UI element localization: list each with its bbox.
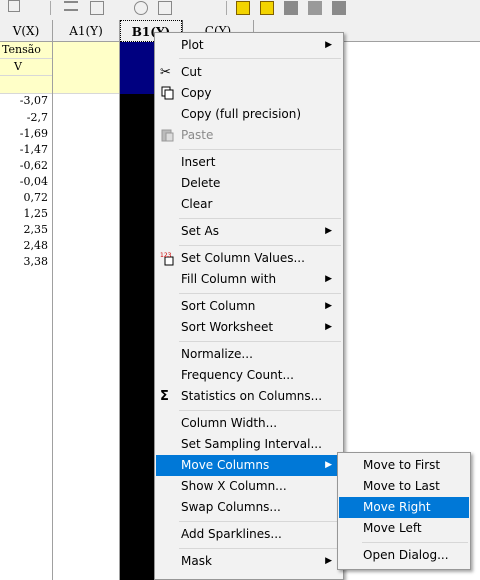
menu-item-cut[interactable]: ✂ Cut xyxy=(156,62,342,83)
submenu-item-move-left[interactable]: Move Left xyxy=(339,518,469,539)
submenu-item-move-to-first[interactable]: Move to First xyxy=(339,455,469,476)
menu-separator xyxy=(179,245,341,246)
menu-item-set-column-values[interactable]: 123 Set Column Values... xyxy=(156,248,342,269)
data-cell[interactable]: -2,7 xyxy=(0,110,48,125)
shape-gray-icon[interactable] xyxy=(284,1,298,15)
long-name-cell[interactable]: Tensão xyxy=(0,42,52,59)
menu-item-clear[interactable]: Clear xyxy=(156,194,342,215)
menu-item-column-width[interactable]: Column Width... xyxy=(156,413,342,434)
comments-cell[interactable] xyxy=(0,76,52,94)
chevron-right-icon: ▶ xyxy=(325,226,332,236)
move-columns-submenu: Move to First Move to Last Move Right Mo… xyxy=(337,452,471,570)
menu-item-copy[interactable]: Copy xyxy=(156,83,342,104)
data-cell[interactable]: 2,48 xyxy=(0,238,49,253)
menu-item-paste[interactable]: Paste xyxy=(156,125,342,146)
copy-icon xyxy=(160,86,175,101)
menu-item-move-columns[interactable]: Move Columns ▶ xyxy=(156,455,342,476)
column-vx[interactable]: V(X) Tensão V -3,07 -2,7 -1,69 -1,47 -0,… xyxy=(0,20,53,580)
menu-separator xyxy=(179,410,341,411)
menu-item-mask[interactable]: Mask ▶ xyxy=(156,551,342,572)
data-cell[interactable]: -3,07 xyxy=(0,93,48,108)
submenu-item-move-to-last[interactable]: Move to Last xyxy=(339,476,469,497)
data-cell[interactable]: -0,62 xyxy=(0,158,48,173)
units-cell[interactable]: V xyxy=(0,59,52,76)
menu-item-show-x-column[interactable]: Show X Column... xyxy=(156,476,342,497)
data-cell[interactable]: 3,38 xyxy=(0,254,49,269)
menu-separator xyxy=(179,218,341,219)
data-cell[interactable]: 0,72 xyxy=(0,190,49,205)
chevron-right-icon: ▶ xyxy=(325,322,332,332)
menu-item-sort-worksheet[interactable]: Sort Worksheet ▶ xyxy=(156,317,342,338)
scissors-icon: ✂ xyxy=(160,65,171,80)
menu-item-insert[interactable]: Insert xyxy=(156,152,342,173)
data-cell[interactable]: 1,25 xyxy=(0,206,49,221)
data-cell[interactable]: 2,35 xyxy=(0,222,49,237)
menu-separator xyxy=(179,548,341,549)
menu-item-copy-full-precision[interactable]: Copy (full precision) xyxy=(156,104,342,125)
submenu-item-open-dialog[interactable]: Open Dialog... xyxy=(339,545,469,566)
shape-gray-icon[interactable] xyxy=(308,1,322,15)
chevron-right-icon: ▶ xyxy=(325,40,332,50)
data-cell[interactable]: -1,47 xyxy=(0,142,48,157)
grid-icon[interactable] xyxy=(8,0,20,12)
data-cell[interactable]: -0,04 xyxy=(0,174,48,189)
menu-item-add-sparklines[interactable]: Add Sparklines... xyxy=(156,524,342,545)
menu-item-sort-column[interactable]: Sort Column ▶ xyxy=(156,296,342,317)
menu-separator xyxy=(179,293,341,294)
chevron-right-icon: ▶ xyxy=(325,460,332,470)
menu-item-plot[interactable]: Plot ▶ xyxy=(156,35,342,56)
pencil-yellow-icon[interactable] xyxy=(260,1,274,15)
shape-gray-icon[interactable] xyxy=(332,1,346,15)
column-header[interactable]: V(X) xyxy=(0,20,52,42)
svg-text:123: 123 xyxy=(160,252,172,259)
menu-separator xyxy=(362,542,468,543)
menu-separator xyxy=(179,341,341,342)
clock-icon[interactable] xyxy=(134,1,148,15)
menu-item-frequency-count[interactable]: Frequency Count... xyxy=(156,365,342,386)
menu-item-set-as[interactable]: Set As ▶ xyxy=(156,221,342,242)
toolbar xyxy=(0,0,480,21)
menu-separator xyxy=(179,58,341,59)
menu-item-delete[interactable]: Delete xyxy=(156,173,342,194)
pencil-yellow-icon[interactable] xyxy=(236,1,250,15)
column-a1y[interactable]: A1(Y) xyxy=(53,20,120,580)
chevron-right-icon: ▶ xyxy=(325,556,332,566)
set-values-icon: 123 xyxy=(160,251,175,266)
submenu-item-move-right[interactable]: Move Right xyxy=(339,497,469,518)
table-icon[interactable] xyxy=(90,1,104,15)
label-rows[interactable] xyxy=(53,42,119,94)
paste-icon xyxy=(160,128,175,143)
menu-item-statistics-on-columns[interactable]: Σ Statistics on Columns... xyxy=(156,386,342,407)
menu-separator xyxy=(179,521,341,522)
chevron-right-icon: ▶ xyxy=(325,301,332,311)
menu-item-set-sampling-interval[interactable]: Set Sampling Interval... xyxy=(156,434,342,455)
menu-item-swap-columns[interactable]: Swap Columns... xyxy=(156,497,342,518)
column-header[interactable]: A1(Y) xyxy=(53,20,119,42)
list-icon[interactable] xyxy=(64,1,78,11)
sigma-icon: Σ xyxy=(160,389,169,404)
column-context-menu: Plot ▶ ✂ Cut Copy Copy (full precision) P… xyxy=(154,32,344,580)
menu-item-normalize[interactable]: Normalize... xyxy=(156,344,342,365)
grid-small-icon[interactable] xyxy=(158,1,172,15)
menu-item-fill-column-with[interactable]: Fill Column with ▶ xyxy=(156,269,342,290)
chevron-right-icon: ▶ xyxy=(325,274,332,284)
separator-icon xyxy=(50,1,51,15)
menu-separator xyxy=(179,149,341,150)
separator-icon xyxy=(226,1,227,15)
data-cell[interactable]: -1,69 xyxy=(0,126,48,141)
